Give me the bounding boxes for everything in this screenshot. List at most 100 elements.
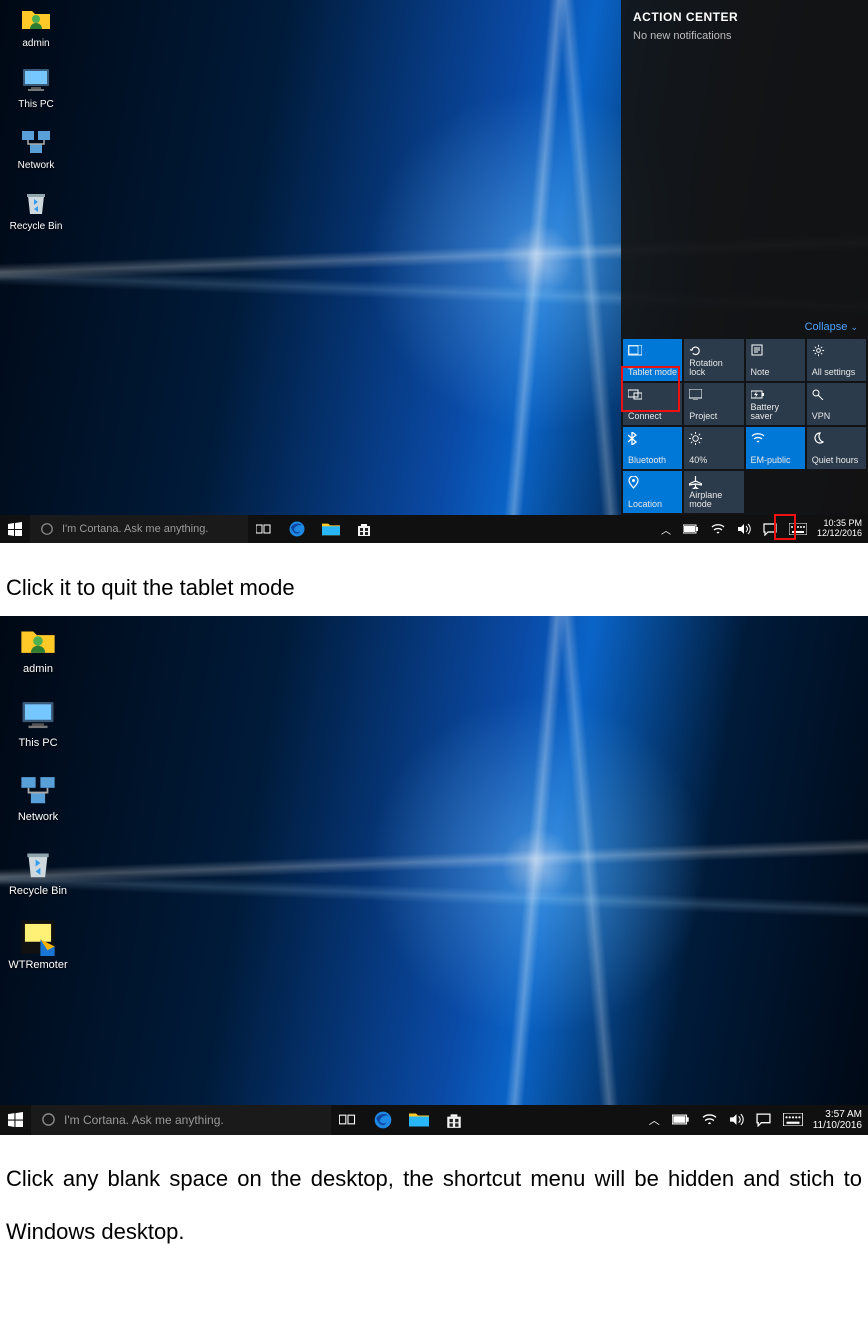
cortana-search[interactable]: I'm Cortana. Ask me anything. bbox=[31, 1105, 331, 1135]
cortana-circle-icon bbox=[41, 1112, 56, 1127]
desktop-icon-this-pc[interactable]: This PC bbox=[4, 63, 68, 110]
quick-action-tablet-mode[interactable]: Tablet mode bbox=[623, 339, 682, 381]
quick-action-em-public[interactable]: EM-public bbox=[746, 427, 805, 469]
wtremoter-icon bbox=[18, 917, 58, 957]
tray-network[interactable] bbox=[696, 1113, 723, 1126]
store-icon bbox=[445, 1111, 463, 1129]
tile-label: EM-public bbox=[751, 456, 800, 465]
tray-clock[interactable]: 3:57 AM 11/10/2016 bbox=[809, 1109, 868, 1131]
action-center-icon bbox=[756, 1113, 771, 1127]
tray-battery[interactable] bbox=[677, 524, 705, 534]
tile-label: 40% bbox=[689, 456, 738, 465]
tray-action-center[interactable] bbox=[750, 1113, 777, 1127]
battery-icon bbox=[683, 524, 699, 534]
chevron-up-icon: ︿ bbox=[649, 1112, 660, 1128]
tile-label: Airplane mode bbox=[689, 491, 738, 509]
taskbar-app-explorer[interactable] bbox=[314, 515, 348, 543]
location-icon bbox=[628, 475, 677, 489]
network-icon bbox=[19, 124, 53, 158]
user-folder-icon bbox=[19, 2, 53, 36]
quick-action-connect[interactable]: Connect bbox=[623, 383, 682, 425]
taskbar-app-store[interactable] bbox=[348, 515, 380, 543]
windows-logo-icon bbox=[8, 1112, 23, 1127]
desktop-icon-recycle-bin[interactable]: Recycle Bin bbox=[6, 843, 70, 897]
desktop-icon-wtremoter[interactable]: WTRemoter bbox=[6, 917, 70, 971]
battery-icon bbox=[672, 1114, 690, 1125]
tile-label: Tablet mode bbox=[628, 368, 677, 377]
cortana-search[interactable]: I'm Cortana. Ask me anything. bbox=[30, 515, 248, 543]
search-placeholder: I'm Cortana. Ask me anything. bbox=[62, 523, 208, 535]
quick-action-vpn[interactable]: VPN bbox=[807, 383, 866, 425]
tile-label: All settings bbox=[812, 368, 861, 377]
quick-action-40-[interactable]: 40% bbox=[684, 427, 743, 469]
tile-label: Quiet hours bbox=[812, 456, 861, 465]
tile-label: Project bbox=[689, 412, 738, 421]
quick-action-bluetooth[interactable]: Bluetooth bbox=[623, 427, 682, 469]
tray-keyboard[interactable] bbox=[783, 523, 813, 535]
wifi-icon bbox=[751, 431, 800, 445]
taskbar-app-edge[interactable] bbox=[365, 1105, 401, 1135]
caption-quit-tablet-mode: Click it to quit the tablet mode bbox=[0, 543, 868, 610]
quick-action-airplane-mode[interactable]: Airplane mode bbox=[684, 471, 743, 513]
start-button[interactable] bbox=[0, 515, 30, 543]
quick-action-note[interactable]: Note bbox=[746, 339, 805, 381]
task-view-button[interactable] bbox=[331, 1105, 365, 1135]
tray-clock[interactable]: 10:35 PM 12/12/2016 bbox=[813, 519, 868, 539]
task-view-button[interactable] bbox=[248, 515, 280, 543]
quick-action-rotation-lock[interactable]: Rotation lock bbox=[684, 339, 743, 381]
action-center-title: ACTION CENTER bbox=[621, 0, 868, 30]
desktop-icon-network[interactable]: Network bbox=[6, 769, 70, 823]
desktop-icon-label: Recycle Bin bbox=[10, 221, 63, 232]
search-placeholder: I'm Cortana. Ask me anything. bbox=[64, 1113, 224, 1127]
tile-label: Location bbox=[628, 500, 677, 509]
tray-volume[interactable] bbox=[723, 1113, 750, 1126]
collapse-link[interactable]: Collapse ⌄ bbox=[621, 317, 868, 339]
tile-label: VPN bbox=[812, 412, 861, 421]
desktop-icons: admin This PC Network Recycle Bin WTRemo… bbox=[6, 621, 70, 971]
tray-network[interactable] bbox=[705, 523, 731, 535]
tray-time: 3:57 AM bbox=[825, 1109, 862, 1120]
desktop-icon-admin[interactable]: admin bbox=[4, 2, 68, 49]
tray-keyboard[interactable] bbox=[777, 1113, 809, 1126]
system-tray: ︿ 3:57 AM 11/10/2016 bbox=[643, 1105, 868, 1135]
quick-action-grid: Tablet mode Rotation lock Note All settings… bbox=[621, 339, 868, 515]
quick-action-project[interactable]: Project bbox=[684, 383, 743, 425]
desktop-icon-network[interactable]: Network bbox=[4, 124, 68, 171]
desktop-icon-label: Network bbox=[18, 811, 58, 823]
task-view-icon bbox=[339, 1113, 357, 1126]
volume-icon bbox=[729, 1113, 744, 1126]
desktop-icon-admin[interactable]: admin bbox=[6, 621, 70, 675]
wifi-icon bbox=[702, 1113, 717, 1126]
moon-icon bbox=[812, 431, 861, 445]
quick-action-location[interactable]: Location bbox=[623, 471, 682, 513]
taskbar-app-edge[interactable] bbox=[280, 515, 314, 543]
action-center-icon bbox=[763, 523, 777, 536]
quick-action-all-settings[interactable]: All settings bbox=[807, 339, 866, 381]
tray-chevron[interactable]: ︿ bbox=[643, 1112, 666, 1128]
tray-chevron[interactable]: ︿ bbox=[655, 522, 677, 537]
tray-date: 12/12/2016 bbox=[817, 529, 862, 539]
quick-action-quiet-hours[interactable]: Quiet hours bbox=[807, 427, 866, 469]
tray-battery[interactable] bbox=[666, 1114, 696, 1125]
desktop-icon-recycle-bin[interactable]: Recycle Bin bbox=[4, 185, 68, 232]
settings-icon bbox=[812, 343, 861, 357]
quick-action-battery-saver[interactable]: Battery saver bbox=[746, 383, 805, 425]
tile-label: Bluetooth bbox=[628, 456, 677, 465]
project-icon bbox=[689, 387, 738, 401]
start-button[interactable] bbox=[0, 1105, 31, 1135]
edge-icon bbox=[288, 520, 306, 538]
tile-label: Note bbox=[751, 368, 800, 377]
connect-icon bbox=[628, 387, 677, 401]
taskbar: I'm Cortana. Ask me anything. ︿ bbox=[0, 515, 868, 543]
desktop-icon-this-pc[interactable]: This PC bbox=[6, 695, 70, 749]
taskbar-app-store[interactable] bbox=[437, 1105, 471, 1135]
tray-action-center[interactable] bbox=[757, 523, 783, 536]
tray-volume[interactable] bbox=[731, 523, 757, 535]
taskbar-app-explorer[interactable] bbox=[401, 1105, 437, 1135]
taskbar: I'm Cortana. Ask me anything. ︿ bbox=[0, 1105, 868, 1135]
desktop-icon-label: Recycle Bin bbox=[9, 885, 67, 897]
screenshot-desktop: admin This PC Network Recycle Bin WTRemo… bbox=[0, 616, 868, 1135]
collapse-label: Collapse bbox=[805, 321, 848, 333]
action-center-subtitle: No new notifications bbox=[621, 30, 868, 42]
desktop-icon-label: admin bbox=[22, 38, 49, 49]
